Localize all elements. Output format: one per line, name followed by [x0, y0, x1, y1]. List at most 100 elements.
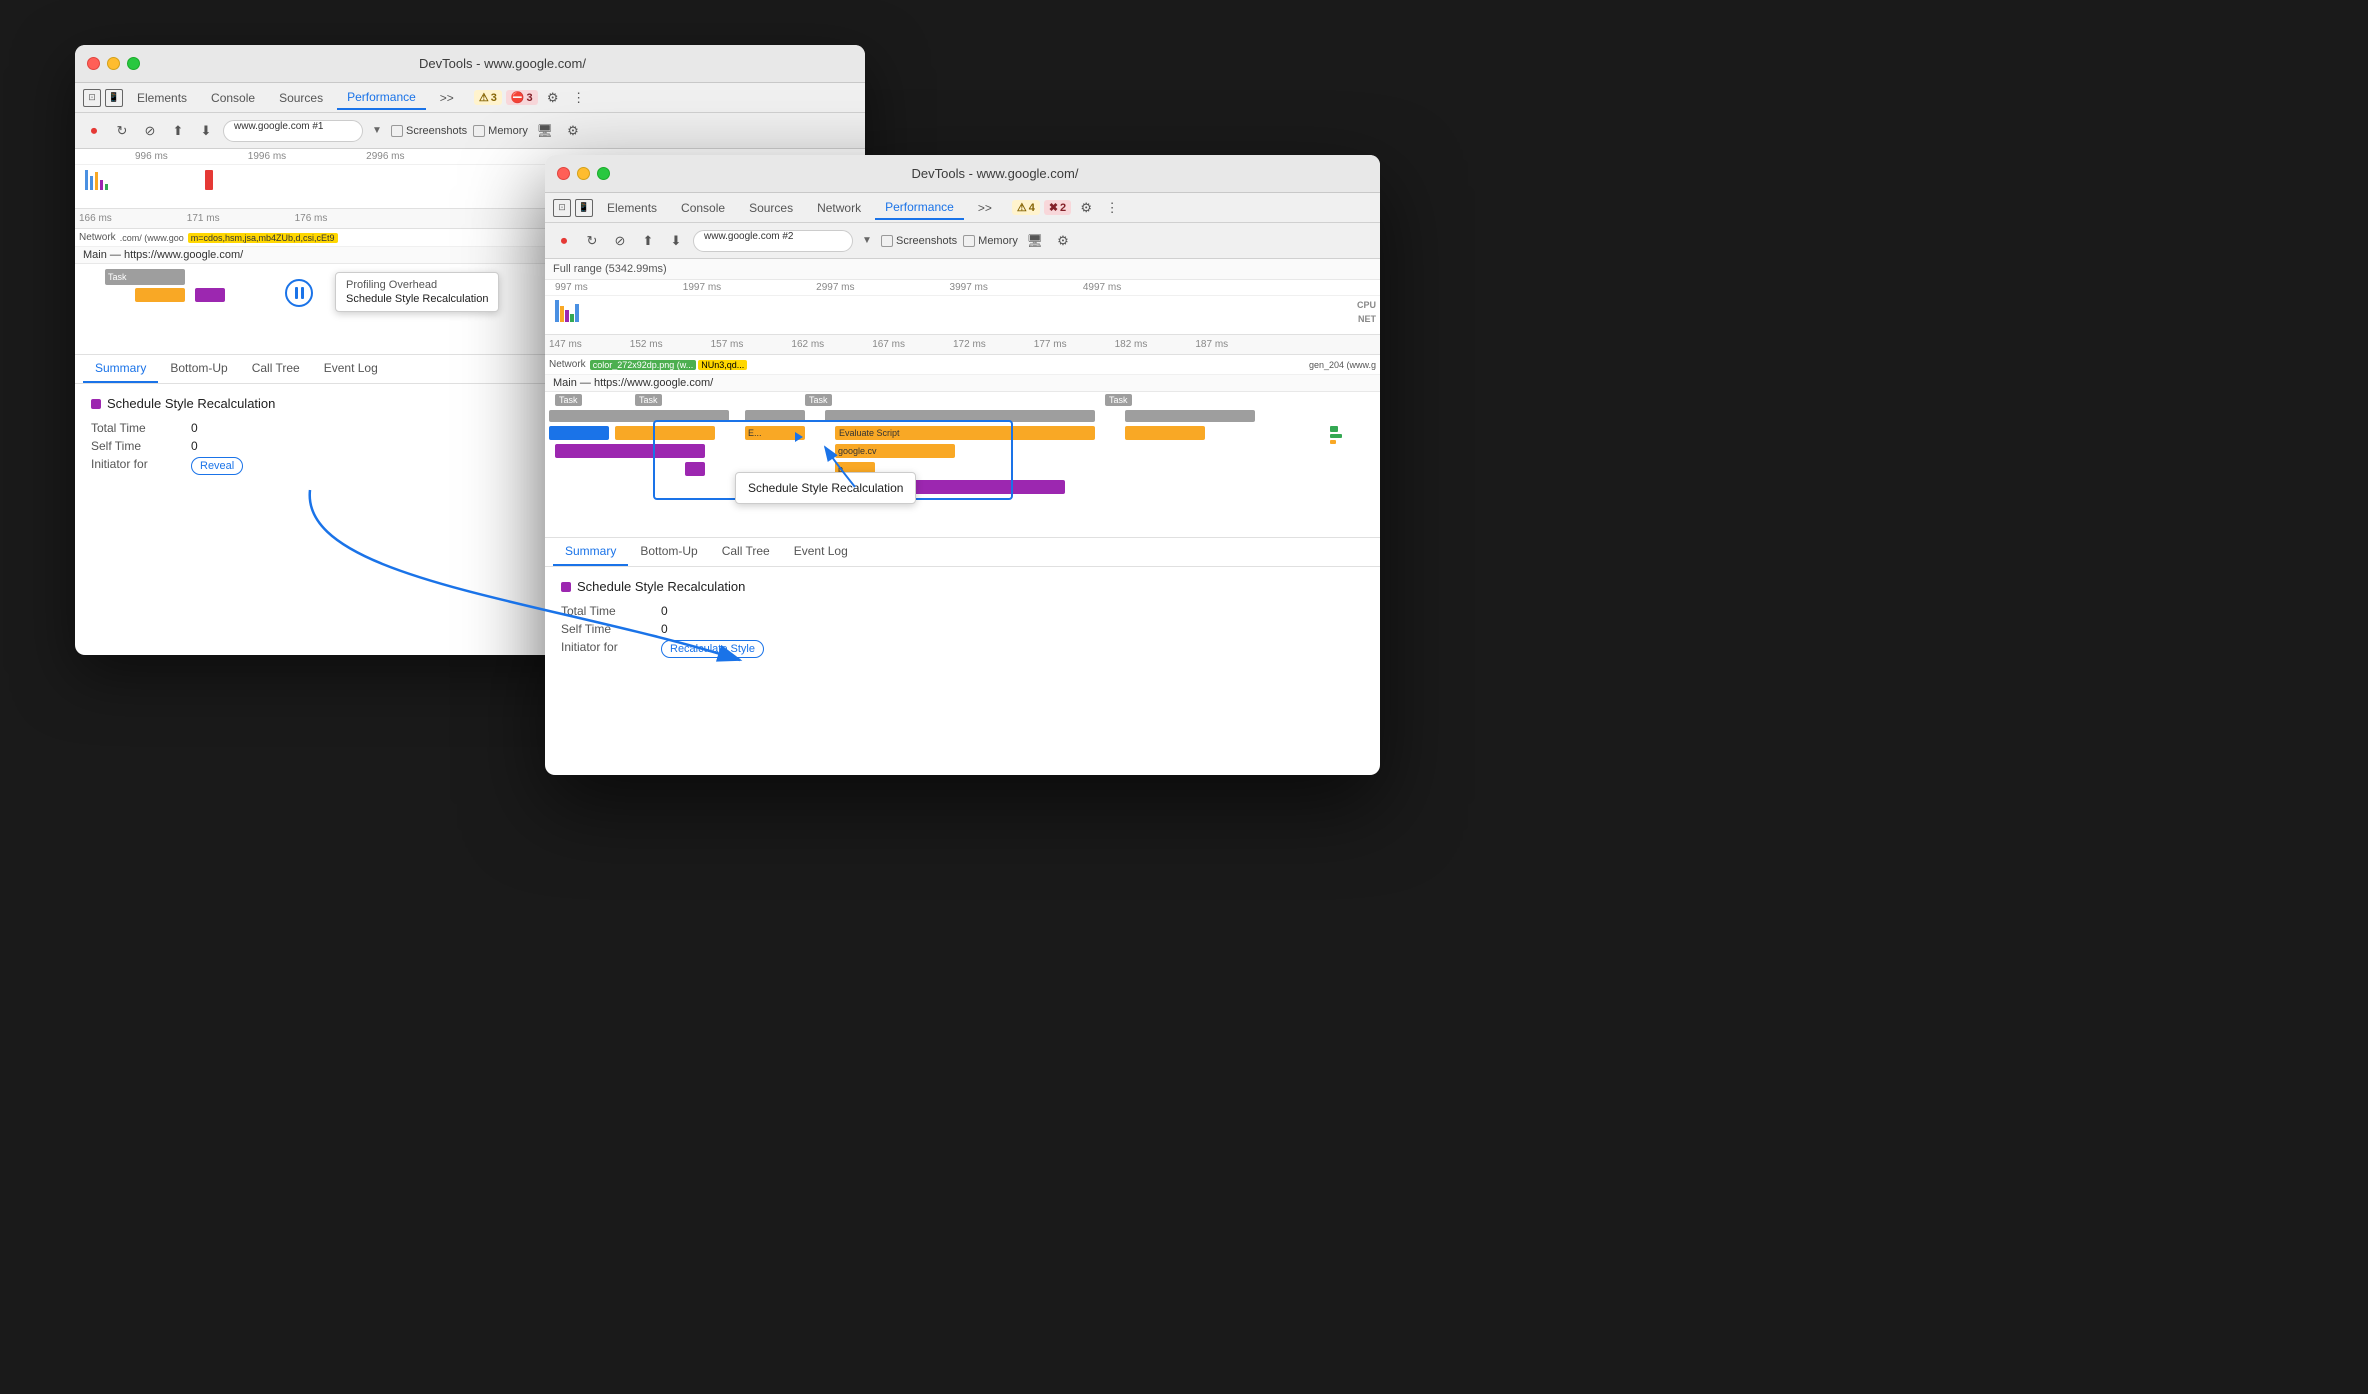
mid-mark-2b: 152 ms — [630, 339, 663, 350]
tab-elements-2[interactable]: Elements — [597, 197, 667, 219]
minimize-button-1[interactable] — [107, 57, 120, 70]
tab-bar-2: ⊡ 📱 Elements Console Sources Network Per… — [545, 193, 1380, 223]
screenshots-checkbox-1[interactable] — [391, 125, 403, 137]
total-time-val-2: 0 — [661, 604, 668, 618]
warning-badge-2: ⚠ 4 — [1012, 200, 1040, 215]
record-icon-2[interactable]: ⏺ — [553, 230, 575, 252]
record-icon-1[interactable]: ⏺ — [83, 120, 105, 142]
clear-icon-1[interactable]: ⊘ — [139, 120, 161, 142]
time-mark-1c: 2996 ms — [366, 151, 404, 162]
tab-elements-1[interactable]: Elements — [127, 87, 197, 109]
upload-icon-2[interactable]: ⬆ — [637, 230, 659, 252]
inspect-icon-2[interactable]: ⊡ — [553, 199, 571, 217]
call-tree-tab-1[interactable]: Call Tree — [240, 355, 312, 383]
devtools-window-2: DevTools - www.google.com/ ⊡ 📱 Elements … — [545, 155, 1380, 775]
flame-area-2: Task Task Task Task E... Evaluate Script… — [545, 392, 1380, 537]
full-range-label: Full range (5342.99ms) — [545, 259, 1380, 280]
call-tree-tab-2[interactable]: Call Tree — [710, 538, 782, 566]
tab-console-1[interactable]: Console — [201, 87, 265, 109]
tab-performance-2[interactable]: Performance — [875, 196, 964, 220]
mid-mark-2g: 177 ms — [1034, 339, 1067, 350]
memory-checkbox-2[interactable] — [963, 235, 975, 247]
total-time-val-1: 0 — [191, 421, 198, 435]
self-time-val-1: 0 — [191, 439, 198, 453]
tab-network-2[interactable]: Network — [807, 197, 871, 219]
mid-mark-2h: 182 ms — [1115, 339, 1148, 350]
close-button-1[interactable] — [87, 57, 100, 70]
tooltip-line2-1: Schedule Style Recalculation — [346, 293, 488, 305]
tooltip-line1-1: Profiling Overhead — [346, 279, 488, 291]
perf-settings-icon-2[interactable]: ⚙ — [1052, 230, 1074, 252]
window-title-1: DevTools - www.google.com/ — [152, 56, 853, 71]
screenshots-label-2: Screenshots — [896, 235, 957, 247]
fb-purple-1 — [555, 444, 705, 458]
screenshots-checkbox-2[interactable] — [881, 235, 893, 247]
url-dropdown-2[interactable]: ▼ — [859, 233, 875, 249]
reload-icon-1[interactable]: ↻ — [111, 120, 133, 142]
settings-icon-2[interactable]: ⚙ — [1075, 197, 1097, 219]
download-icon-2[interactable]: ⬇ — [665, 230, 687, 252]
url-input-2[interactable]: www.google.com #2 — [693, 230, 853, 252]
mid-mark-1b: 171 ms — [187, 213, 220, 224]
tab-more-1[interactable]: >> — [430, 87, 464, 109]
close-button-2[interactable] — [557, 167, 570, 180]
titlebar-2: DevTools - www.google.com/ — [545, 155, 1380, 193]
recalculate-link[interactable]: Recalculate Style — [661, 640, 764, 658]
task-label-3: Task — [805, 394, 832, 406]
color-dot-1 — [91, 399, 101, 409]
tab-sources-2[interactable]: Sources — [739, 197, 803, 219]
tab-performance-1[interactable]: Performance — [337, 86, 426, 110]
mid-mark-2f: 172 ms — [953, 339, 986, 350]
device-icon-2[interactable]: 📱 — [575, 199, 593, 217]
fb-googlecv: google.cv — [835, 444, 955, 458]
maximize-button-1[interactable] — [127, 57, 140, 70]
mid-ruler-2: 147 ms 152 ms 157 ms 162 ms 167 ms 172 m… — [545, 335, 1380, 355]
more-icon-1[interactable]: ⋮ — [568, 87, 590, 109]
summary-tab-1[interactable]: Summary — [83, 355, 158, 383]
mid-mark-2e: 167 ms — [872, 339, 905, 350]
w2-time-5: 4997 ms — [1083, 282, 1121, 293]
summary-tab-2[interactable]: Summary — [553, 538, 628, 566]
perf-settings-icon-1[interactable]: ⚙ — [562, 120, 584, 142]
task-sub-1 — [135, 288, 185, 302]
initiator-key-1: Initiator for — [91, 457, 191, 475]
screenshots-group-1: Screenshots — [391, 125, 467, 137]
mid-mark-2d: 162 ms — [791, 339, 824, 350]
tab-console-2[interactable]: Console — [671, 197, 735, 219]
event-log-tab-1[interactable]: Event Log — [312, 355, 390, 383]
bottom-up-tab-2[interactable]: Bottom-Up — [628, 538, 709, 566]
memory-checkbox-1[interactable] — [473, 125, 485, 137]
download-icon-1[interactable]: ⬇ — [195, 120, 217, 142]
network-label-2: Network — [549, 359, 586, 370]
clear-icon-2[interactable]: ⊘ — [609, 230, 631, 252]
mid-mark-2a: 147 ms — [549, 339, 582, 350]
tab-sources-1[interactable]: Sources — [269, 87, 333, 109]
url-dropdown-1[interactable]: ▼ — [369, 123, 385, 139]
screenshots-label-1: Screenshots — [406, 125, 467, 137]
task-sub-2 — [195, 288, 225, 302]
cpu-icon-1[interactable]: 🖥 — [534, 120, 556, 142]
initiator-row-2: Initiator for Recalculate Style — [561, 640, 1364, 658]
summary-title-2: Schedule Style Recalculation — [561, 579, 1364, 594]
bottom-up-tab-1[interactable]: Bottom-Up — [158, 355, 239, 383]
titlebar-1: DevTools - www.google.com/ — [75, 45, 865, 83]
device-icon[interactable]: 📱 — [105, 89, 123, 107]
total-time-row-2: Total Time 0 — [561, 604, 1364, 618]
upload-icon-1[interactable]: ⬆ — [167, 120, 189, 142]
network-params-1: m=cdos,hsm,jsa,mb4ZUb,d,csi,cEt9 — [188, 233, 338, 243]
memory-group-2: Memory — [963, 235, 1018, 247]
memory-label-2: Memory — [978, 235, 1018, 247]
maximize-button-2[interactable] — [597, 167, 610, 180]
cpu-icon-2[interactable]: 🖥 — [1024, 230, 1046, 252]
minimize-button-2[interactable] — [577, 167, 590, 180]
reveal-link-1[interactable]: Reveal — [191, 457, 243, 475]
url-input-1[interactable]: www.google.com #1 — [223, 120, 363, 142]
more-icon-2[interactable]: ⋮ — [1101, 197, 1123, 219]
task-bg-4 — [1125, 410, 1255, 422]
inspect-icon[interactable]: ⊡ — [83, 89, 101, 107]
event-log-tab-2[interactable]: Event Log — [782, 538, 860, 566]
tab-more-2[interactable]: >> — [968, 197, 1002, 219]
settings-icon-1[interactable]: ⚙ — [542, 87, 564, 109]
reload-icon-2[interactable]: ↻ — [581, 230, 603, 252]
network-url-partial-1: .com/ (www.goo — [120, 233, 184, 243]
